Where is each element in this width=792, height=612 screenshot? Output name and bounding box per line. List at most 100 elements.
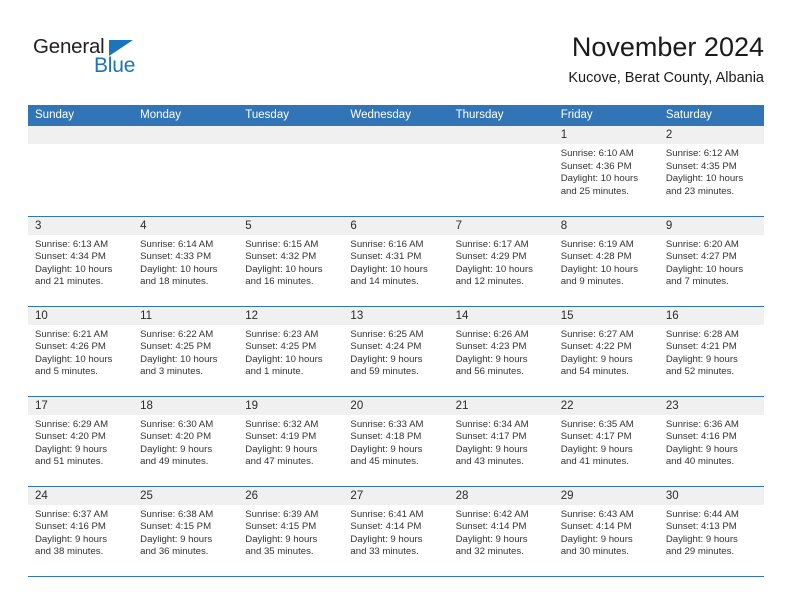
- day-cell[interactable]: 22 Sunrise: 6:35 AM Sunset: 4:17 PM Dayligh…: [553, 395, 659, 486]
- daylight-text-line2: and 45 minutes.: [350, 456, 419, 468]
- day-cell[interactable]: 18 Sunrise: 6:30 AM Sunset: 4:20 PM Dayligh…: [133, 395, 239, 486]
- sunrise-text: Sunrise: 6:19 AM: [560, 238, 634, 250]
- day-number: 30: [658, 486, 764, 505]
- daylight-text-line1: Daylight: 9 hours: [665, 533, 738, 545]
- daylight-text-line2: and 38 minutes.: [35, 546, 104, 558]
- title-block: November 2024 Kucove, Berat County, Alba…: [568, 30, 764, 89]
- daylight-text-line2: and 41 minutes.: [560, 456, 629, 468]
- daylight-text-line2: and 23 minutes.: [665, 185, 735, 197]
- day-cell[interactable]: 5 Sunrise: 6:15 AM Sunset: 4:32 PM Daylight…: [238, 215, 344, 306]
- general-blue-logo[interactable]: General Blue: [33, 35, 173, 83]
- day-cell[interactable]: 19 Sunrise: 6:32 AM Sunset: 4:19 PM Dayligh…: [238, 395, 344, 486]
- day-number: [343, 126, 449, 144]
- day-number: 17: [28, 396, 134, 415]
- daylight-text-line2: and 25 minutes.: [560, 185, 629, 197]
- sunset-text: Sunset: 4:29 PM: [455, 251, 527, 263]
- day-cell-empty: [343, 126, 449, 216]
- calendar-week-row: 10 Sunrise: 6:21 AM Sunset: 4:26 PM Dayligh…: [28, 305, 764, 396]
- day-cell[interactable]: 20 Sunrise: 6:33 AM Sunset: 4:18 PM Dayligh…: [343, 395, 449, 486]
- day-cell[interactable]: 13 Sunrise: 6:25 AM Sunset: 4:24 PM Dayligh…: [343, 305, 449, 396]
- day-cell[interactable]: 24 Sunrise: 6:37 AM Sunset: 4:16 PM Dayligh…: [28, 485, 134, 577]
- day-details: Sunrise: 6:32 AM Sunset: 4:19 PM Daylight:…: [238, 415, 343, 469]
- day-cell[interactable]: 10 Sunrise: 6:21 AM Sunset: 4:26 PM Dayligh…: [28, 305, 134, 396]
- daylight-text-line2: and 56 minutes.: [455, 366, 524, 378]
- sunrise-text: Sunrise: 6:13 AM: [35, 238, 109, 250]
- logo-text-blue: Blue: [94, 54, 136, 77]
- sunrise-text: Sunrise: 6:37 AM: [35, 508, 109, 520]
- day-cell[interactable]: 21 Sunrise: 6:34 AM Sunset: 4:17 PM Dayligh…: [448, 395, 554, 486]
- day-number: 15: [553, 306, 659, 325]
- day-cell[interactable]: 23 Sunrise: 6:36 AM Sunset: 4:16 PM Dayligh…: [658, 395, 764, 486]
- daylight-text-line2: and 3 minutes.: [140, 366, 204, 378]
- day-number: 25: [133, 486, 239, 505]
- page-header: General Blue November 2024 Kucove, Berat…: [28, 30, 764, 92]
- daylight-text-line2: and 21 minutes.: [35, 276, 104, 288]
- day-cell[interactable]: 29 Sunrise: 6:43 AM Sunset: 4:14 PM Dayligh…: [553, 485, 659, 577]
- daylight-text-line1: Daylight: 10 hours: [560, 263, 639, 275]
- day-cell[interactable]: 14 Sunrise: 6:26 AM Sunset: 4:23 PM Dayligh…: [448, 305, 554, 396]
- day-cell[interactable]: 28 Sunrise: 6:42 AM Sunset: 4:14 PM Dayligh…: [448, 485, 554, 577]
- daylight-text-line2: and 18 minutes.: [140, 276, 209, 288]
- daylight-text-line1: Daylight: 9 hours: [245, 443, 318, 455]
- day-cell[interactable]: 25 Sunrise: 6:38 AM Sunset: 4:15 PM Dayligh…: [133, 485, 239, 577]
- daylight-text-line1: Daylight: 10 hours: [560, 173, 639, 185]
- daylight-text-line1: Daylight: 9 hours: [455, 443, 528, 455]
- sunrise-text: Sunrise: 6:23 AM: [245, 328, 319, 340]
- day-number: 22: [553, 396, 659, 415]
- day-number: 19: [238, 396, 344, 415]
- sunset-text: Sunset: 4:18 PM: [350, 431, 422, 443]
- day-details: Sunrise: 6:23 AM Sunset: 4:25 PM Daylight:…: [238, 325, 343, 379]
- day-cell[interactable]: 2 Sunrise: 6:12 AM Sunset: 4:35 PM Daylight…: [658, 126, 764, 216]
- day-cell[interactable]: 17 Sunrise: 6:29 AM Sunset: 4:20 PM Dayligh…: [28, 395, 134, 486]
- day-cell[interactable]: 1 Sunrise: 6:10 AM Sunset: 4:36 PM Daylight…: [553, 126, 659, 216]
- weekday-header-thursday: Thursday: [448, 105, 554, 126]
- daylight-text-line2: and 16 minutes.: [245, 276, 314, 288]
- calendar-week-row: 1 Sunrise: 6:10 AM Sunset: 4:36 PM Daylight…: [28, 126, 764, 216]
- day-cell[interactable]: 27 Sunrise: 6:41 AM Sunset: 4:14 PM Dayligh…: [343, 485, 449, 577]
- sunset-text: Sunset: 4:19 PM: [245, 431, 317, 443]
- day-cell[interactable]: 7 Sunrise: 6:17 AM Sunset: 4:29 PM Daylight…: [448, 215, 554, 306]
- sunrise-text: Sunrise: 6:30 AM: [140, 418, 214, 430]
- daylight-text-line1: Daylight: 9 hours: [455, 533, 528, 545]
- daylight-text-line1: Daylight: 10 hours: [350, 263, 428, 275]
- daylight-text-line2: and 12 minutes.: [455, 276, 524, 288]
- daylight-text-line1: Daylight: 9 hours: [560, 533, 633, 545]
- sunrise-text: Sunrise: 6:36 AM: [665, 418, 739, 430]
- day-details: Sunrise: 6:13 AM Sunset: 4:34 PM Daylight:…: [28, 235, 133, 289]
- day-details: Sunrise: 6:15 AM Sunset: 4:32 PM Daylight:…: [238, 235, 343, 289]
- day-details: Sunrise: 6:16 AM Sunset: 4:31 PM Daylight:…: [343, 235, 448, 289]
- daylight-text-line1: Daylight: 10 hours: [35, 353, 113, 365]
- day-cell[interactable]: 26 Sunrise: 6:39 AM Sunset: 4:15 PM Dayligh…: [238, 485, 344, 577]
- sunrise-text: Sunrise: 6:35 AM: [560, 418, 634, 430]
- day-cell[interactable]: 6 Sunrise: 6:16 AM Sunset: 4:31 PM Daylight…: [343, 215, 449, 306]
- day-details: Sunrise: 6:42 AM Sunset: 4:14 PM Daylight:…: [449, 505, 554, 559]
- day-cell[interactable]: 11 Sunrise: 6:22 AM Sunset: 4:25 PM Dayligh…: [133, 305, 239, 396]
- sunset-text: Sunset: 4:35 PM: [665, 160, 737, 172]
- daylight-text-line2: and 33 minutes.: [350, 546, 419, 558]
- weekday-header-row: Sunday Monday Tuesday Wednesday Thursday…: [28, 105, 764, 126]
- daylight-text-line2: and 30 minutes.: [560, 546, 629, 558]
- day-cell[interactable]: 30 Sunrise: 6:44 AM Sunset: 4:13 PM Dayligh…: [658, 485, 764, 577]
- day-details: Sunrise: 6:34 AM Sunset: 4:17 PM Daylight:…: [449, 415, 554, 469]
- calendar-week-row: 3 Sunrise: 6:13 AM Sunset: 4:34 PM Daylight…: [28, 215, 764, 306]
- daylight-text-line1: Daylight: 9 hours: [140, 533, 213, 545]
- day-number: 4: [133, 216, 239, 235]
- daylight-text-line2: and 43 minutes.: [455, 456, 524, 468]
- day-cell[interactable]: 8 Sunrise: 6:19 AM Sunset: 4:28 PM Daylight…: [553, 215, 659, 306]
- day-details: Sunrise: 6:43 AM Sunset: 4:14 PM Daylight:…: [554, 505, 659, 559]
- day-cell[interactable]: 3 Sunrise: 6:13 AM Sunset: 4:34 PM Daylight…: [28, 215, 134, 306]
- sunset-text: Sunset: 4:14 PM: [560, 521, 632, 533]
- sunset-text: Sunset: 4:33 PM: [140, 251, 212, 263]
- sunrise-text: Sunrise: 6:32 AM: [245, 418, 319, 430]
- day-cell[interactable]: 15 Sunrise: 6:27 AM Sunset: 4:22 PM Dayligh…: [553, 305, 659, 396]
- sunrise-text: Sunrise: 6:43 AM: [560, 508, 634, 520]
- day-cell[interactable]: 4 Sunrise: 6:14 AM Sunset: 4:33 PM Daylight…: [133, 215, 239, 306]
- daylight-text-line1: Daylight: 10 hours: [455, 263, 533, 275]
- day-cell[interactable]: 9 Sunrise: 6:20 AM Sunset: 4:27 PM Daylight…: [658, 215, 764, 306]
- day-cell[interactable]: 16 Sunrise: 6:28 AM Sunset: 4:21 PM Dayligh…: [658, 305, 764, 396]
- day-cell[interactable]: 12 Sunrise: 6:23 AM Sunset: 4:25 PM Dayligh…: [238, 305, 344, 396]
- day-number: 21: [448, 396, 554, 415]
- day-details: Sunrise: 6:41 AM Sunset: 4:14 PM Daylight:…: [343, 505, 448, 559]
- day-number: 3: [28, 216, 134, 235]
- day-details: Sunrise: 6:14 AM Sunset: 4:33 PM Daylight:…: [133, 235, 238, 289]
